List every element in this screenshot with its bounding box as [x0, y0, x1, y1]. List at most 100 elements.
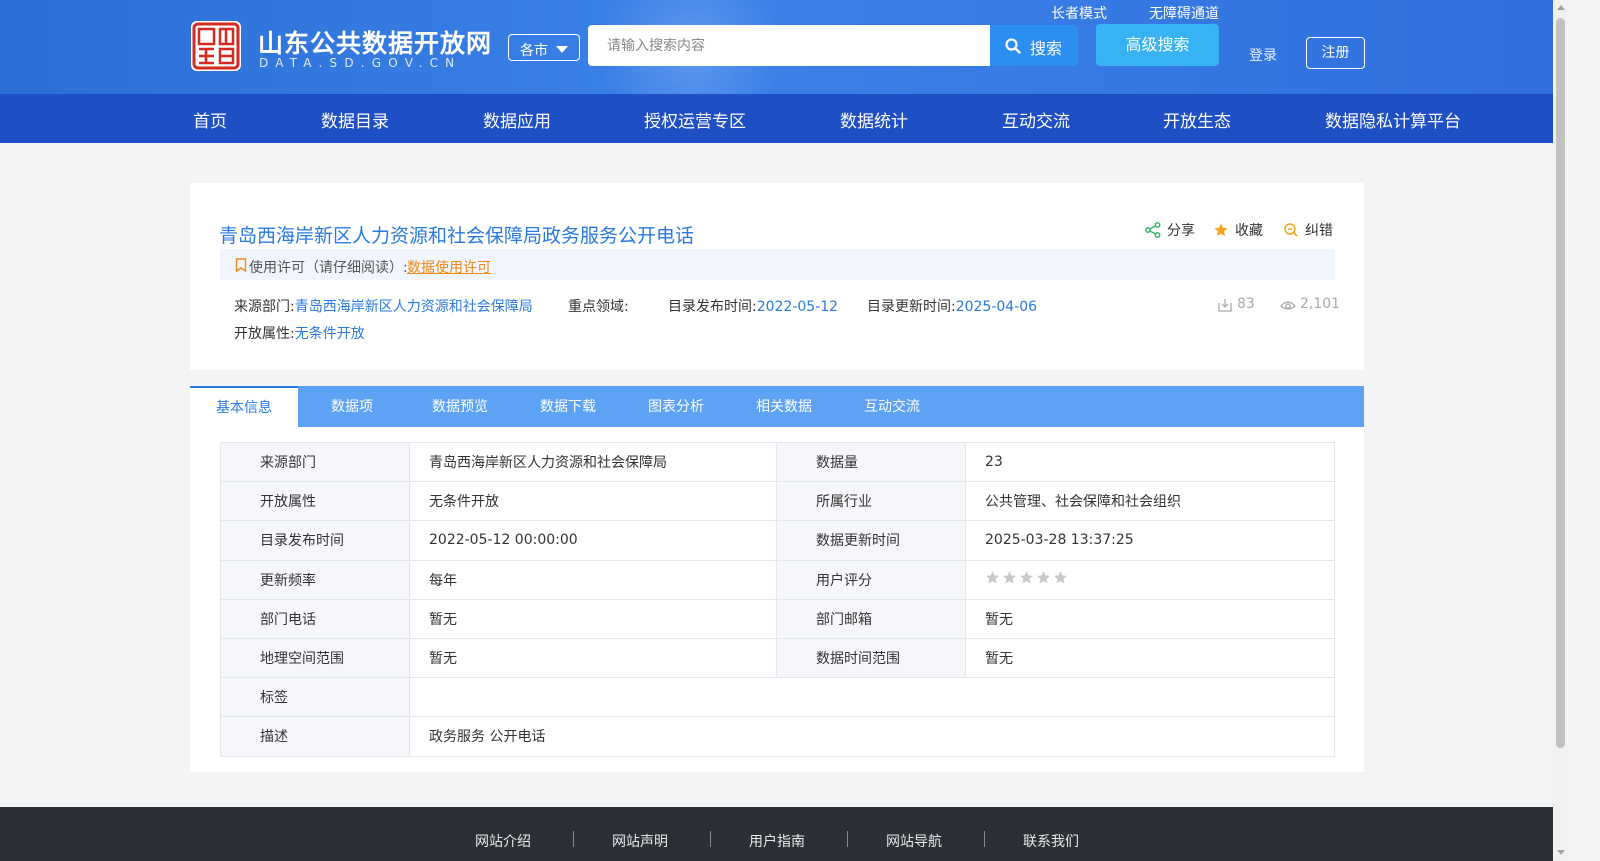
meta-publish-label: 目录发布时间: — [668, 299, 757, 315]
footer-link-guide[interactable]: 用户指南 — [749, 831, 805, 851]
nav-item-privacy-computing[interactable]: 数据隐私计算平台 — [1325, 107, 1461, 132]
table-row: 地理空间范围 暂无 数据时间范围 暂无 — [220, 637, 1335, 679]
rating-stars[interactable] — [985, 570, 1334, 589]
table-key: 数据量 — [776, 441, 966, 483]
scrollbar-thumb[interactable] — [1556, 18, 1565, 748]
advanced-search-button[interactable]: 高级搜索 — [1096, 24, 1219, 66]
table-row: 部门电话 暂无 部门邮箱 暂无 — [220, 598, 1335, 639]
footer-divider — [710, 831, 711, 847]
tab-related-data[interactable]: 相关数据 — [730, 386, 838, 427]
tab-interaction[interactable]: 互动交流 — [838, 386, 946, 427]
page-scrollbar[interactable] — [1553, 0, 1568, 861]
tab-data-download[interactable]: 数据下载 — [514, 386, 622, 427]
tab-chart-analysis[interactable]: 图表分析 — [622, 386, 730, 427]
main-nav: 首页 数据目录 数据应用 授权运营专区 数据统计 互动交流 开放生态 数据隐私计… — [0, 94, 1553, 143]
bookmark-icon — [235, 258, 247, 272]
rating-star-icon[interactable] — [1019, 570, 1034, 585]
table-value: 暂无 — [965, 637, 1335, 679]
table-value: 暂无 — [965, 598, 1335, 639]
license-label: 使用许可（请仔细阅读）: — [249, 260, 408, 276]
footer-divider — [573, 831, 574, 847]
meta-open-value: 无条件开放 — [294, 326, 365, 342]
table-key: 开放属性 — [220, 481, 410, 522]
site-subtitle: DATA.SD.GOV.CN — [259, 56, 462, 70]
scroll-down-arrow-icon[interactable] — [1557, 850, 1565, 855]
meta-source-value[interactable]: 青岛西海岸新区人力资源和社会保障局 — [295, 299, 533, 315]
description-value: 政务服务 公开电话 — [409, 716, 1335, 757]
table-value: 2022-05-12 00:00:00 — [409, 520, 777, 561]
rating-star-icon[interactable] — [1002, 570, 1017, 585]
shandong-seal-logo[interactable] — [190, 20, 242, 72]
footer-link-statement[interactable]: 网站声明 — [612, 831, 668, 851]
footer-link-sitemap[interactable]: 网站导航 — [886, 831, 942, 851]
view-count-value: 2,101 — [1300, 296, 1341, 312]
search-input[interactable] — [588, 25, 990, 66]
nav-item-ecosystem[interactable]: 开放生态 — [1163, 107, 1231, 132]
nav-item-applications[interactable]: 数据应用 — [483, 107, 551, 132]
meta-domain-label: 重点领域: — [568, 299, 629, 315]
accessibility-link[interactable]: 无障碍通道 — [1149, 3, 1219, 23]
tab-data-preview[interactable]: 数据预览 — [406, 386, 514, 427]
login-link[interactable]: 登录 — [1249, 45, 1277, 65]
register-button[interactable]: 注册 — [1306, 37, 1365, 69]
tab-data-items[interactable]: 数据项 — [298, 386, 406, 427]
scroll-up-arrow-icon[interactable] — [1557, 5, 1565, 10]
nav-item-catalog[interactable]: 数据目录 — [321, 107, 389, 132]
table-row: 标签 — [220, 677, 1335, 718]
user-rating[interactable] — [965, 559, 1335, 600]
nav-item-authorized-operations[interactable]: 授权运营专区 — [644, 107, 746, 132]
table-row: 更新频率 每年 用户评分 — [220, 559, 1335, 600]
site-header: 山东公共数据开放网 DATA.SD.GOV.CN 各市 搜索 高级搜索 长者模式… — [0, 0, 1568, 94]
search-button-label: 搜索 — [1030, 39, 1063, 58]
meta-update-time: 目录更新时间:2025-04-06 — [867, 296, 1037, 316]
nav-item-statistics[interactable]: 数据统计 — [840, 107, 908, 132]
elder-mode-link[interactable]: 长者模式 — [1051, 3, 1107, 23]
tab-basic-info[interactable]: 基本信息 — [190, 386, 298, 427]
dataset-detail-panel: 基本信息 数据项 数据预览 数据下载 图表分析 相关数据 互动交流 来源部门 青… — [190, 386, 1364, 772]
table-key: 数据时间范围 — [776, 637, 966, 679]
report-label: 纠错 — [1305, 223, 1333, 239]
license-link[interactable]: 数据使用许可 — [407, 257, 491, 277]
nav-item-interaction[interactable]: 互动交流 — [1002, 107, 1070, 132]
city-select[interactable]: 各市 — [508, 34, 580, 61]
detail-tabs: 基本信息 数据项 数据预览 数据下载 图表分析 相关数据 互动交流 — [190, 386, 1364, 427]
footer-link-about[interactable]: 网站介绍 — [475, 831, 531, 851]
table-value: 青岛西海岸新区人力资源和社会保障局 — [409, 441, 777, 483]
share-icon — [1145, 222, 1161, 238]
table-key: 来源部门 — [220, 441, 410, 483]
dataset-summary-card: 青岛西海岸新区人力资源和社会保障局政务服务公开电话 分享 收藏 纠错 使用许可（… — [190, 183, 1364, 370]
meta-source: 来源部门:青岛西海岸新区人力资源和社会保障局 — [234, 296, 533, 316]
meta-publish-time: 目录发布时间:2022-05-12 — [668, 296, 838, 316]
meta-open-label: 开放属性: — [234, 326, 295, 342]
rating-star-icon[interactable] — [1036, 570, 1051, 585]
favorite-label: 收藏 — [1235, 223, 1263, 239]
city-select-label: 各市 — [520, 43, 548, 59]
meta-source-label: 来源部门: — [234, 299, 295, 315]
nav-item-home[interactable]: 首页 — [193, 107, 227, 132]
rating-star-icon[interactable] — [985, 570, 1000, 585]
search-icon — [1005, 38, 1021, 54]
meta-publish-value: 2022-05-12 — [756, 299, 839, 315]
table-row: 开放属性 无条件开放 所属行业 公共管理、社会保障和社会组织 — [220, 481, 1335, 522]
meta-update-value: 2025-04-06 — [955, 299, 1038, 315]
chevron-down-icon — [556, 46, 568, 53]
footer-link-contact[interactable]: 联系我们 — [1023, 831, 1079, 851]
table-key: 数据更新时间 — [776, 520, 966, 561]
eye-icon — [1280, 301, 1296, 310]
table-row: 描述 政务服务 公开电话 — [220, 716, 1335, 757]
license-bar: 使用许可（请仔细阅读）: 数据使用许可 — [220, 249, 1335, 280]
download-count-value: 83 — [1237, 296, 1255, 312]
table-row: 目录发布时间 2022-05-12 00:00:00 数据更新时间 2025-0… — [220, 520, 1335, 561]
rating-star-icon[interactable] — [1053, 570, 1068, 585]
table-key: 部门邮箱 — [776, 598, 966, 639]
table-value: 每年 — [409, 559, 777, 600]
table-value: 2025-03-28 13:37:25 — [965, 520, 1335, 561]
table-key: 更新频率 — [220, 559, 410, 600]
tags-value — [409, 677, 1335, 718]
table-key: 目录发布时间 — [220, 520, 410, 561]
search-button[interactable]: 搜索 — [990, 25, 1078, 66]
report-icon — [1284, 223, 1298, 237]
download-icon — [1218, 299, 1232, 312]
site-title: 山东公共数据开放网 — [258, 29, 493, 58]
table-key: 描述 — [220, 716, 410, 757]
